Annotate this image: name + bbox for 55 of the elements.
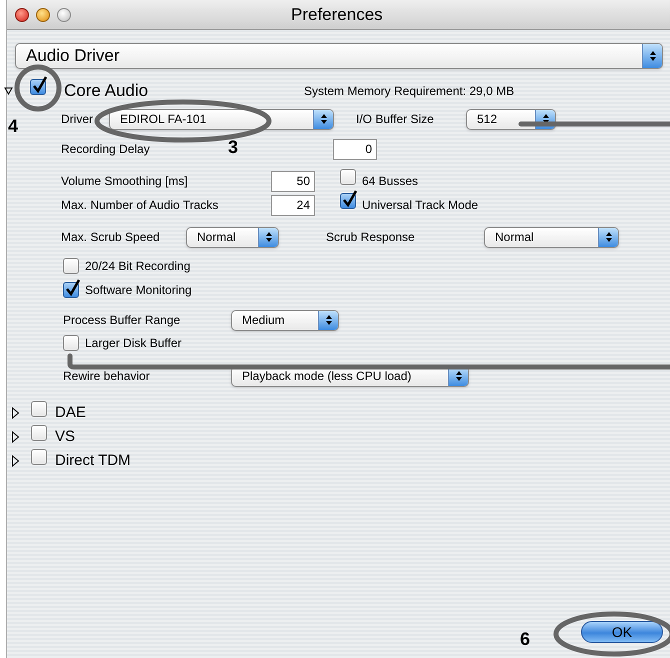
checkbox[interactable] <box>31 425 47 441</box>
stepper-icon <box>313 110 333 128</box>
minimize-icon[interactable] <box>36 8 50 22</box>
checkbox[interactable] <box>63 282 79 298</box>
field-label: Process Buffer Range <box>63 312 182 329</box>
stepper-icon <box>642 44 662 68</box>
checkbox[interactable] <box>31 401 47 417</box>
down-triangle-icon[interactable] <box>4 85 13 97</box>
scrub-response-dropdown[interactable]: Normal <box>484 226 619 248</box>
right-triangle-icon[interactable] <box>11 407 20 419</box>
zoom-icon[interactable] <box>57 8 71 22</box>
section-title: VS <box>55 426 76 447</box>
field-label: I/O Buffer Size <box>356 111 435 128</box>
input-field[interactable]: 24 <box>271 194 315 216</box>
field-label: Max. Scrub Speed <box>61 229 161 246</box>
stepper-icon <box>258 228 278 246</box>
right-triangle-icon[interactable] <box>11 431 20 443</box>
stepper-icon <box>318 310 338 330</box>
checkbox[interactable] <box>340 193 356 209</box>
checkbox[interactable] <box>63 335 79 351</box>
input-field[interactable]: 50 <box>271 170 315 192</box>
driver-dropdown[interactable]: EDIROL FA-101 <box>109 108 334 130</box>
field-label: Max. Number of Audio Tracks <box>61 197 220 214</box>
checkbox[interactable] <box>31 449 47 465</box>
field-label: Recording Delay <box>61 141 150 158</box>
checkbox[interactable] <box>63 258 79 274</box>
field-label: Rewire behavior <box>63 368 151 385</box>
callout-number: 3 <box>228 138 238 156</box>
ok-button[interactable]: OK <box>581 621 663 643</box>
callout-number: 6 <box>520 630 530 648</box>
checkbox[interactable] <box>340 169 356 185</box>
process-buffer-dropdown[interactable]: Medium <box>231 310 339 330</box>
checkbox-label: Larger Disk Buffer <box>85 335 182 352</box>
section-title: DAE <box>55 402 86 423</box>
field-label: Volume Smoothing [ms] <box>61 173 189 190</box>
stepper-icon <box>598 228 618 246</box>
buffer-size-dropdown[interactable]: 512 <box>466 108 556 130</box>
memory-requirement: System Memory Requirement: 29,0 MB <box>304 83 514 100</box>
callout-number: 4 <box>8 117 18 135</box>
checkbox-label: 20/24 Bit Recording <box>85 258 190 275</box>
input-field[interactable]: 0 <box>333 138 377 160</box>
close-icon[interactable] <box>15 8 29 22</box>
section-title: Core Audio <box>64 80 150 102</box>
checkbox[interactable] <box>30 79 46 95</box>
field-label: Driver <box>61 111 94 128</box>
checkbox-label: Universal Track Mode <box>362 197 478 214</box>
right-triangle-icon[interactable] <box>11 455 20 467</box>
callout-circle <box>14 64 62 112</box>
window-title: Preferences <box>291 4 383 26</box>
category-dropdown[interactable]: Audio Driver <box>15 43 663 69</box>
checkbox-label: Software Monitoring <box>85 282 192 299</box>
scrub-speed-dropdown[interactable]: Normal <box>186 226 279 248</box>
section-title: Direct TDM <box>55 450 131 471</box>
checkbox-label: 64 Busses <box>362 173 418 190</box>
field-label: Scrub Response <box>326 229 416 246</box>
